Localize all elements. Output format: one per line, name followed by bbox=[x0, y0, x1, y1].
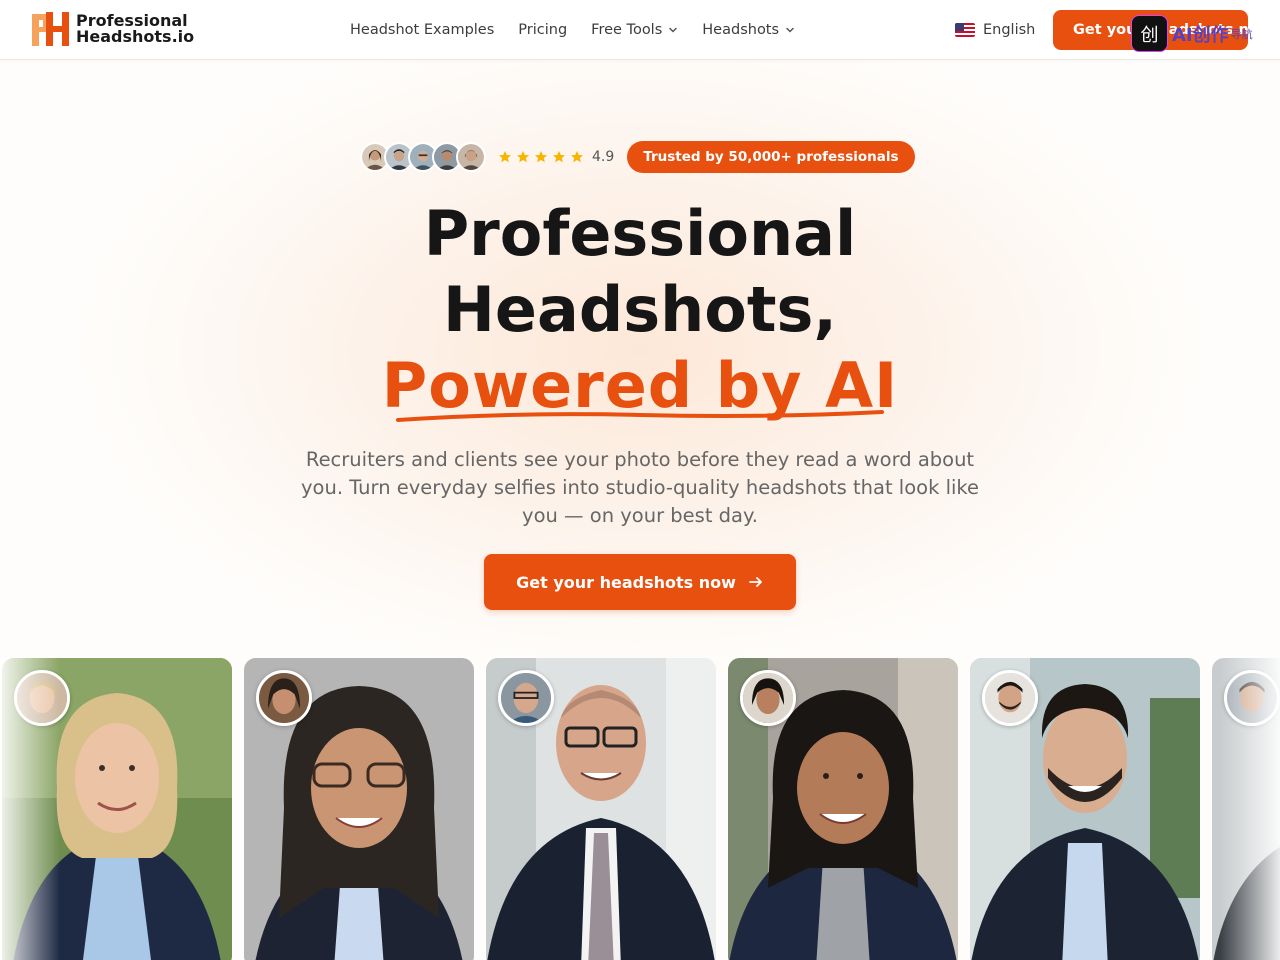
us-flag-icon bbox=[955, 23, 975, 37]
selfie-thumbnail bbox=[256, 670, 312, 726]
gallery-fade-left bbox=[0, 658, 60, 960]
nav-label: Headshots bbox=[702, 22, 780, 38]
site-header: Professional Headshots.io Headshot Examp… bbox=[0, 0, 1280, 60]
logo-icon bbox=[32, 12, 69, 46]
star-rating bbox=[498, 150, 588, 164]
star-icon bbox=[535, 151, 547, 163]
nav-label: Headshot Examples bbox=[350, 22, 495, 38]
avatar bbox=[456, 142, 486, 172]
language-label: English bbox=[983, 22, 1036, 38]
chevron-down-icon bbox=[786, 27, 794, 33]
watermark-badge: 创 AI创作 导航 bbox=[1131, 15, 1253, 52]
selfie-thumbnail bbox=[740, 670, 796, 726]
watermark-text: AI创作 bbox=[1172, 24, 1229, 46]
nav-headshot-examples[interactable]: Headshot Examples bbox=[350, 22, 494, 38]
star-icon bbox=[499, 151, 511, 163]
hero-cta-button[interactable]: Get your headshots now bbox=[484, 554, 796, 610]
main-nav: Headshot Examples Pricing Free Tools Hea… bbox=[350, 0, 819, 60]
trusted-badge-label: Trusted by 50,000+ professionals bbox=[643, 149, 899, 165]
chevron-down-icon bbox=[669, 27, 678, 33]
logo-line2: Headshots.io bbox=[76, 27, 195, 46]
nav-pricing[interactable]: Pricing bbox=[518, 22, 567, 38]
headshot-card[interactable] bbox=[486, 658, 716, 960]
gallery-fade-right bbox=[1220, 658, 1280, 960]
hero-subtitle: Recruiters and clients see your photo be… bbox=[300, 448, 979, 527]
social-proof: 4.9 Trusted by 50,000+ professionals bbox=[360, 141, 915, 173]
logo-text: Professional Headshots.io bbox=[76, 13, 194, 45]
avatar-stack bbox=[360, 142, 486, 172]
selfie-thumbnail bbox=[982, 670, 1038, 726]
star-icon bbox=[553, 151, 565, 163]
star-icon bbox=[517, 151, 529, 163]
watermark-sub: 导航 bbox=[1230, 27, 1253, 41]
language-selector[interactable]: English bbox=[955, 0, 1035, 60]
headshot-gallery bbox=[0, 658, 1280, 960]
nav-label: Pricing bbox=[518, 22, 568, 38]
arrow-right-icon bbox=[748, 577, 762, 587]
nav-headshots[interactable]: Headshots bbox=[702, 22, 795, 38]
selfie-thumbnail bbox=[498, 670, 554, 726]
nav-free-tools[interactable]: Free Tools bbox=[591, 22, 678, 38]
watermark-icon: 创 bbox=[1131, 15, 1168, 52]
hero-cta-label: Get your headshots now bbox=[516, 572, 736, 592]
headshot-card[interactable] bbox=[728, 658, 958, 960]
headshot-card[interactable] bbox=[244, 658, 474, 960]
nav-label: Free Tools bbox=[591, 22, 663, 38]
hero-title-line2: Headshots, bbox=[443, 273, 837, 346]
headshot-card[interactable] bbox=[970, 658, 1200, 960]
hero-title-line1: Professional bbox=[423, 197, 857, 270]
star-icon bbox=[571, 151, 583, 163]
title-underline bbox=[396, 410, 884, 422]
trusted-badge: Trusted by 50,000+ professionals bbox=[627, 141, 915, 173]
rating-value: 4.9 bbox=[592, 149, 615, 165]
logo[interactable]: Professional Headshots.io bbox=[32, 12, 194, 46]
